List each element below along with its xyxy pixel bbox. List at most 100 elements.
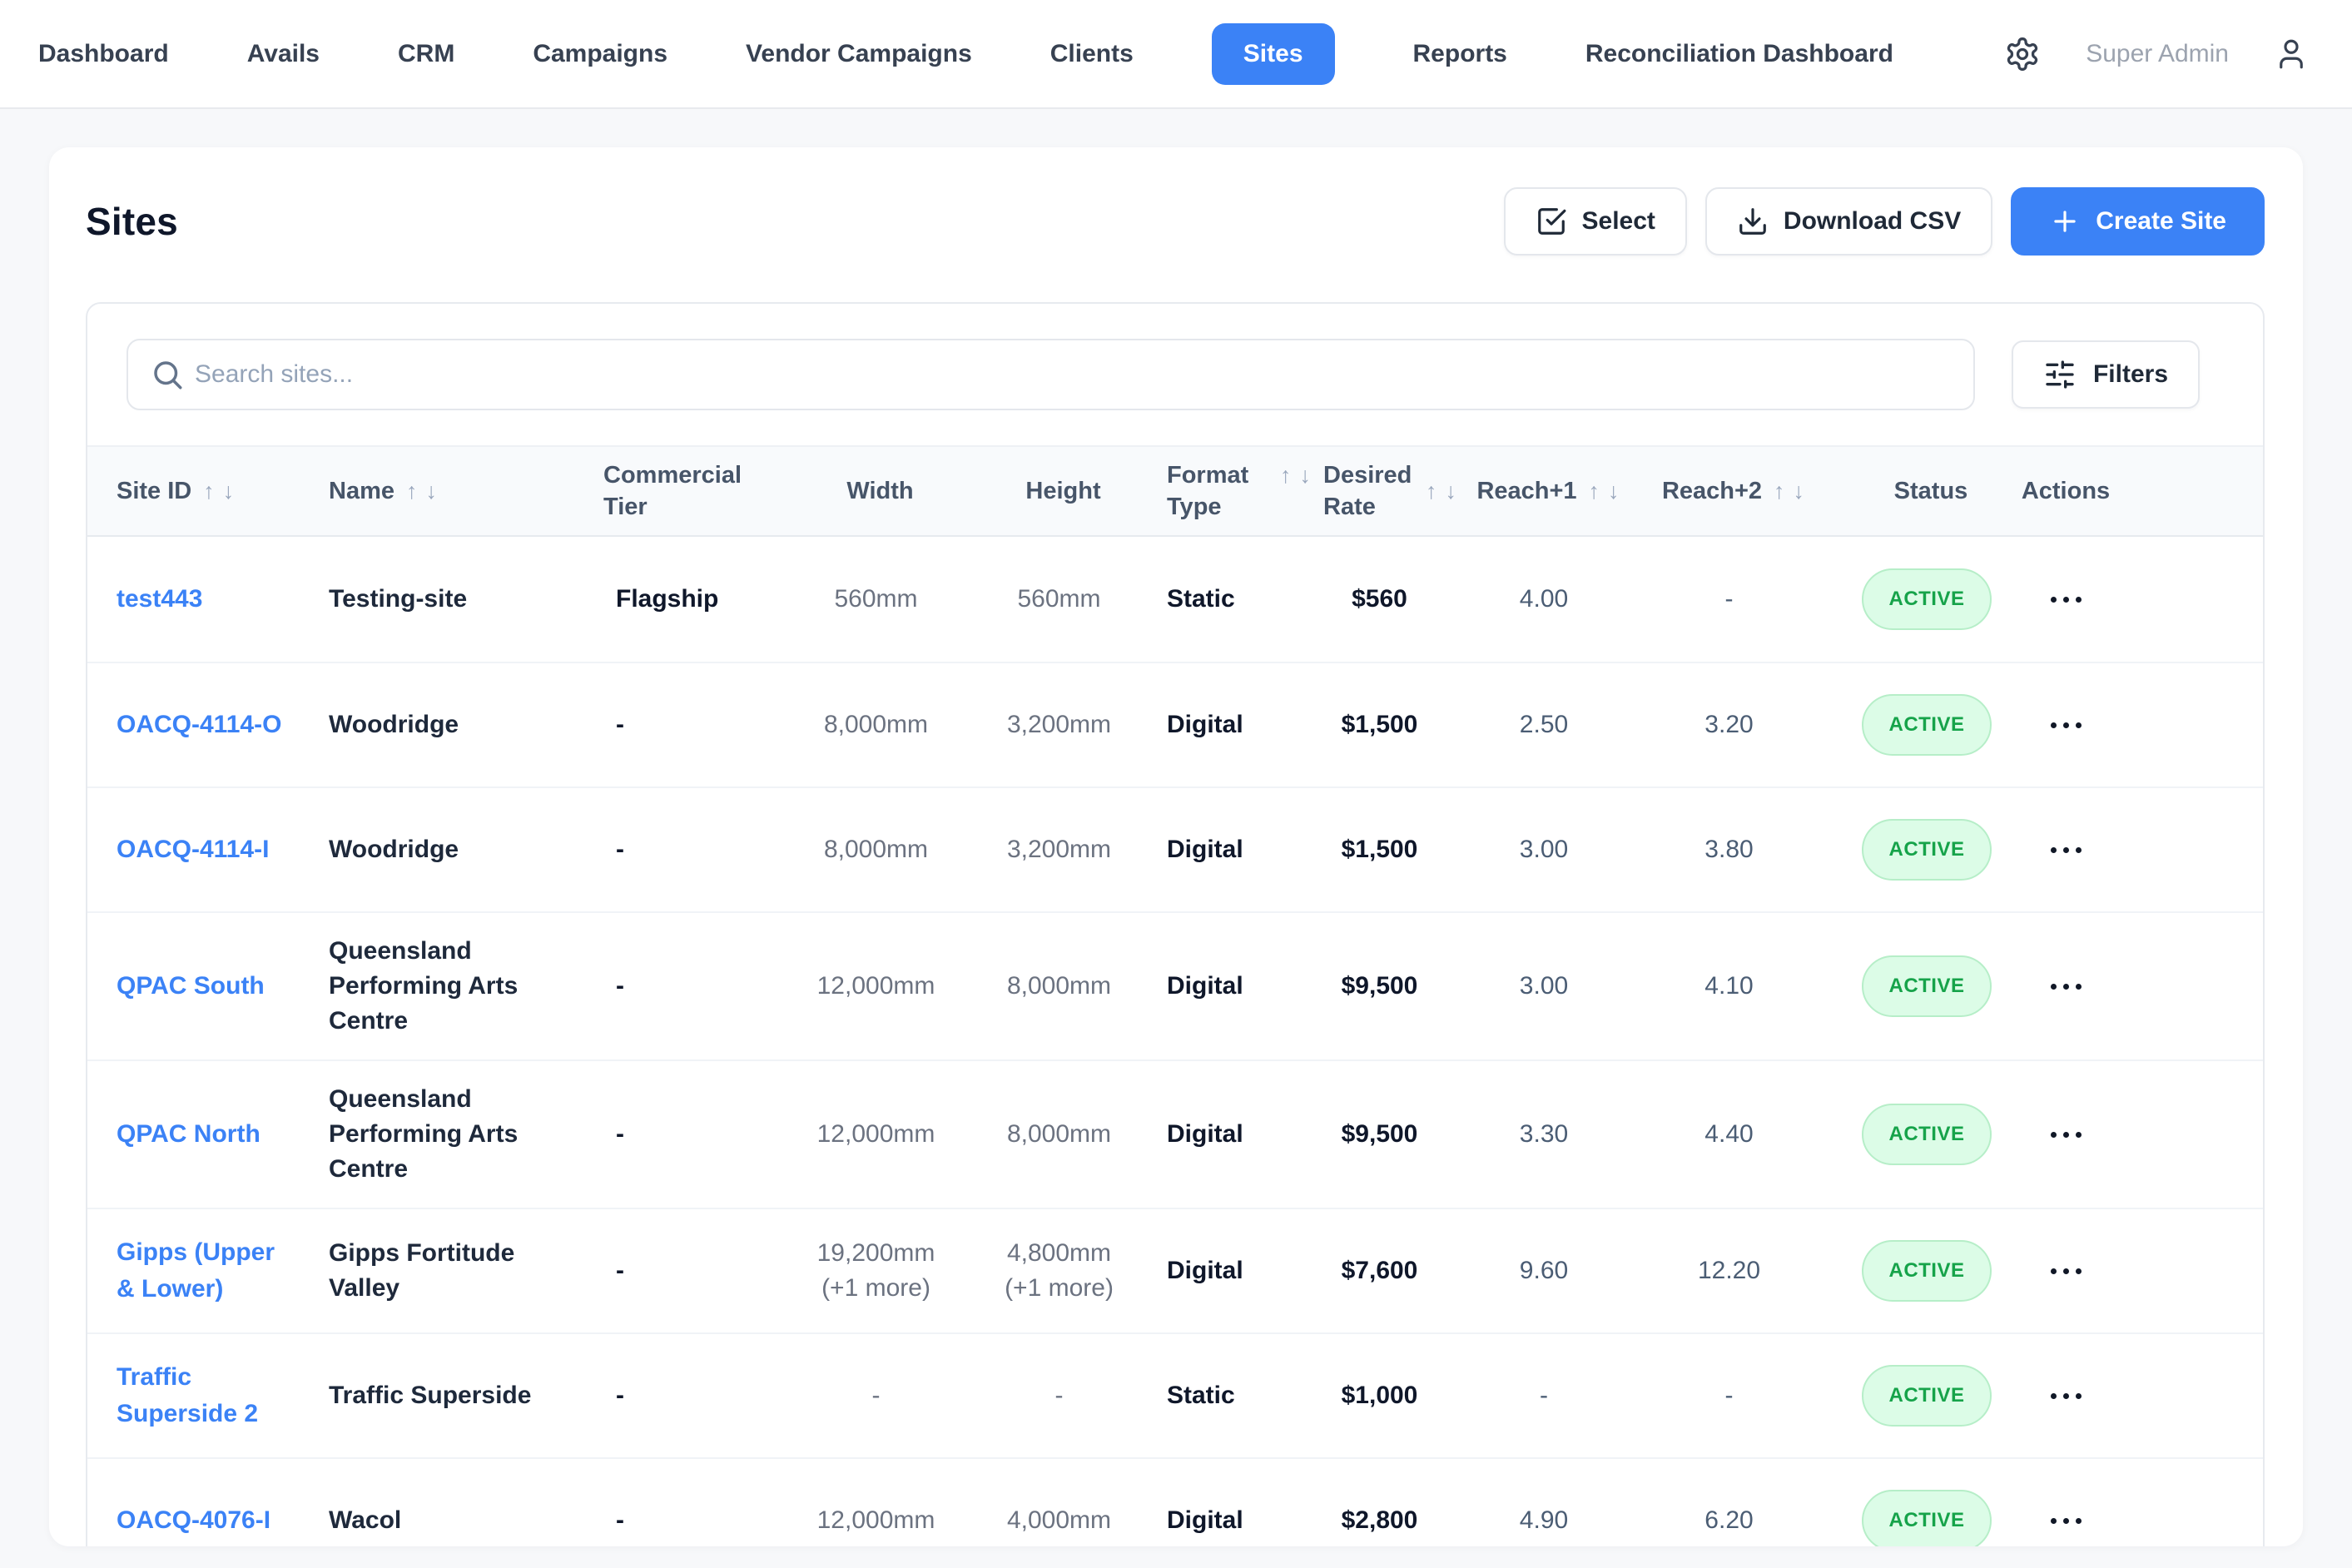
cell-actions xyxy=(2035,1239,2280,1303)
row-actions-button[interactable] xyxy=(2042,1385,2090,1407)
site-id-link[interactable]: OACQ-4114-O xyxy=(117,707,281,743)
sort-desc-icon[interactable]: ↓ xyxy=(223,475,235,507)
cell-site-id: OACQ-4114-O xyxy=(87,686,291,764)
sort-asc-icon[interactable]: ↑ xyxy=(1774,475,1785,507)
column-header-name[interactable]: Name↑↓ xyxy=(291,475,578,507)
site-id-link[interactable]: QPAC South xyxy=(117,968,265,1005)
cell-commercial-tier: - xyxy=(578,948,774,1025)
create-site-button[interactable]: Create Site xyxy=(2011,187,2265,256)
sort-asc-icon[interactable]: ↑ xyxy=(1280,459,1292,491)
cell-name: Traffic Superside xyxy=(291,1357,578,1434)
status-badge: ACTIVE xyxy=(1862,694,1991,756)
table-row: test443Testing-siteFlagship560mm560mmSta… xyxy=(87,537,2263,662)
cell-status: ACTIVE xyxy=(1827,1219,2035,1322)
site-id-link[interactable]: Gipps (Upper & Lower) xyxy=(117,1234,283,1307)
nav-item-clients[interactable]: Clients xyxy=(1050,23,1134,85)
height-value: 4,800mm xyxy=(1007,1236,1111,1271)
download-csv-button[interactable]: Download CSV xyxy=(1705,187,1992,256)
status-badge: ACTIVE xyxy=(1862,1365,1991,1427)
cell-reach-1: - xyxy=(1456,1357,1640,1434)
row-actions-button[interactable] xyxy=(2042,588,2090,611)
user-menu-button[interactable] xyxy=(2274,37,2309,72)
cell-width: 12,000mm xyxy=(774,1096,986,1173)
filters-button[interactable]: Filters xyxy=(2012,340,2200,409)
column-label: Commercial Tier xyxy=(603,459,716,523)
sort-desc-icon[interactable]: ↓ xyxy=(1446,475,1457,507)
row-actions-button[interactable] xyxy=(2042,1510,2090,1532)
nav-item-reports[interactable]: Reports xyxy=(1413,23,1507,85)
column-label: Reach+1 xyxy=(1476,475,1576,507)
row-actions-button[interactable] xyxy=(2042,839,2090,861)
table-header: Site ID↑↓Name↑↓Commercial TierWidthHeigh… xyxy=(87,445,2263,537)
cell-commercial-tier: - xyxy=(578,1096,774,1173)
cell-width: 8,000mm xyxy=(774,811,986,888)
cell-format-type: Static xyxy=(1140,1357,1311,1434)
column-header-reach-2[interactable]: Reach+2↑↓ xyxy=(1640,475,1827,507)
cell-actions xyxy=(2035,1489,2280,1547)
sort-arrows: ↑↓ xyxy=(1280,459,1311,491)
cell-desired-rate: $9,500 xyxy=(1311,948,1456,1025)
cell-desired-rate: $9,500 xyxy=(1311,1096,1456,1173)
cell-height: 8,000mm xyxy=(986,1096,1140,1173)
download-csv-label: Download CSV xyxy=(1784,207,1961,236)
cell-actions xyxy=(2035,568,2280,632)
cell-reach-2: 4.40 xyxy=(1640,1096,1827,1173)
site-id-link[interactable]: QPAC North xyxy=(117,1116,261,1153)
cell-name: Testing-site xyxy=(291,561,578,638)
site-id-link[interactable]: OACQ-4076-I xyxy=(117,1502,270,1539)
row-actions-button[interactable] xyxy=(2042,1124,2090,1146)
nav-item-reconciliation-dashboard[interactable]: Reconciliation Dashboard xyxy=(1585,23,1893,85)
status-badge: ACTIVE xyxy=(1862,955,1991,1017)
column-header-format-type[interactable]: Format Type↑↓ xyxy=(1140,459,1311,523)
cell-width: 12,000mm xyxy=(774,1482,986,1546)
table-body: test443Testing-siteFlagship560mm560mmSta… xyxy=(87,537,2263,1546)
site-id-link[interactable]: test443 xyxy=(117,581,202,618)
cell-width: 560mm xyxy=(774,561,986,638)
row-actions-button[interactable] xyxy=(2042,714,2090,737)
column-header-commercial-tier: Commercial Tier xyxy=(578,459,774,523)
column-label: Actions xyxy=(2022,475,2110,507)
nav-item-campaigns[interactable]: Campaigns xyxy=(533,23,667,85)
gear-icon xyxy=(2004,36,2041,72)
table-panel: Filters Site ID↑↓Name↑↓ Commercial Tier Wi… xyxy=(86,302,2265,1546)
row-actions-button[interactable] xyxy=(2042,1260,2090,1283)
height-value: - xyxy=(1055,1378,1064,1413)
sort-arrows: ↑↓ xyxy=(406,475,437,507)
column-header-desired-rate[interactable]: Desired Rate↑↓ xyxy=(1311,459,1456,523)
search-input[interactable] xyxy=(127,339,1975,410)
site-id-link[interactable]: Traffic Superside 2 xyxy=(117,1359,283,1432)
check-square-icon xyxy=(1536,206,1567,237)
sort-asc-icon[interactable]: ↑ xyxy=(203,475,215,507)
site-id-link[interactable]: OACQ-4114-I xyxy=(117,831,269,868)
sort-desc-icon[interactable]: ↓ xyxy=(1300,459,1312,491)
nav-item-dashboard[interactable]: Dashboard xyxy=(38,23,169,85)
sort-asc-icon[interactable]: ↑ xyxy=(1426,475,1437,507)
settings-button[interactable] xyxy=(2004,36,2041,72)
select-button[interactable]: Select xyxy=(1504,187,1687,256)
nav-item-sites[interactable]: Sites xyxy=(1212,23,1335,85)
nav-item-avails[interactable]: Avails xyxy=(247,23,320,85)
cell-actions xyxy=(2035,693,2280,757)
row-actions-button[interactable] xyxy=(2042,975,2090,998)
cell-reach-1: 3.00 xyxy=(1456,948,1640,1025)
cell-desired-rate: $2,800 xyxy=(1311,1482,1456,1546)
sort-desc-icon[interactable]: ↓ xyxy=(1608,475,1620,507)
sort-asc-icon[interactable]: ↑ xyxy=(406,475,418,507)
sort-asc-icon[interactable]: ↑ xyxy=(1589,475,1600,507)
cell-reach-1: 3.00 xyxy=(1456,811,1640,888)
column-label: Width xyxy=(846,475,913,507)
sort-desc-icon[interactable]: ↓ xyxy=(1794,475,1805,507)
sort-arrows: ↑↓ xyxy=(1774,475,1804,507)
cell-reach-2: 4.10 xyxy=(1640,948,1827,1025)
width-extra: (+1 more) xyxy=(821,1271,930,1306)
column-header-reach-1[interactable]: Reach+1 ↑↓ xyxy=(1456,475,1640,507)
top-nav: Dashboard Avails CRM Campaigns Vendor Campai… xyxy=(0,0,2352,109)
sort-desc-icon[interactable]: ↓ xyxy=(426,475,438,507)
column-header-site-id[interactable]: Site ID↑↓ xyxy=(87,475,291,507)
status-badge: ACTIVE xyxy=(1862,568,1991,630)
table-row: OACQ-4114-IWoodridge-8,000mm3,200mmDigit… xyxy=(87,786,2263,911)
nav-item-vendor-campaigns[interactable]: Vendor Campaigns xyxy=(746,23,972,85)
current-user-label: Super Admin xyxy=(2086,40,2229,68)
nav-item-crm[interactable]: CRM xyxy=(398,23,454,85)
column-label: Status xyxy=(1894,475,1968,507)
